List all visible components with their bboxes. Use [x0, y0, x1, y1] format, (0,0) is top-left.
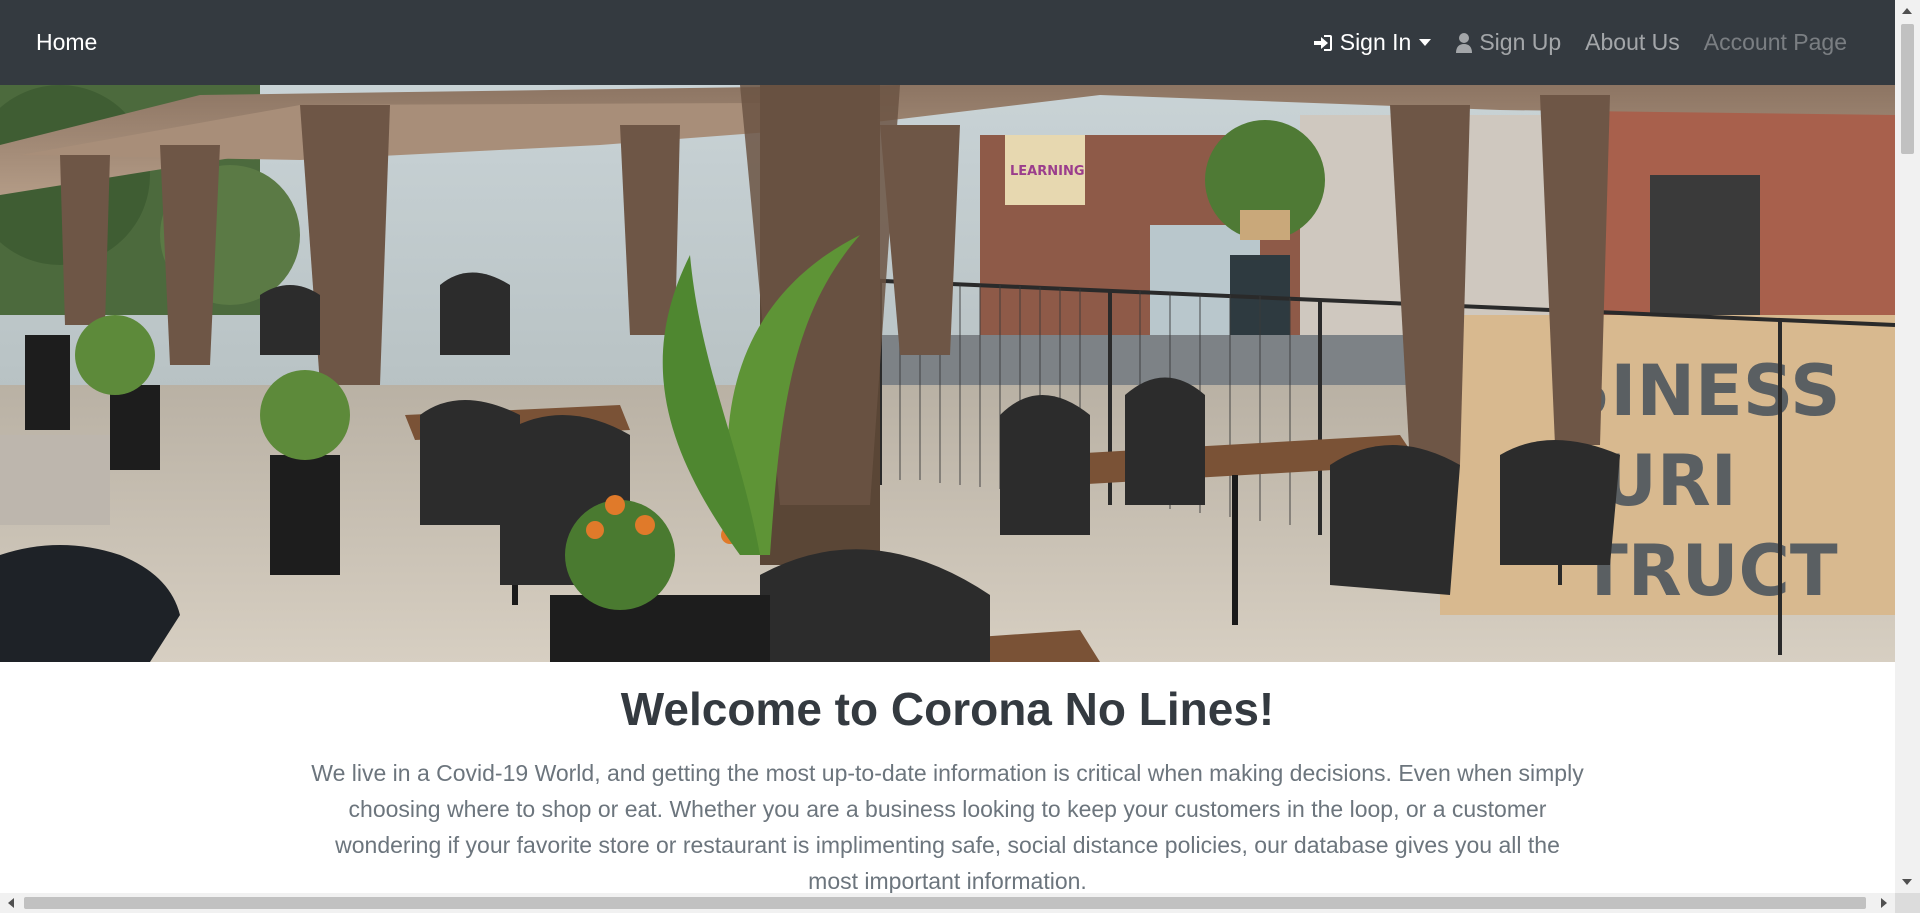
scroll-left-icon[interactable]: [8, 898, 14, 908]
intro-paragraph: We live in a Covid-19 World, and getting…: [311, 760, 1584, 893]
account-page-link[interactable]: Account Page: [1692, 0, 1859, 85]
about-us-link[interactable]: About Us: [1573, 0, 1692, 85]
building-sign: LEARNING: [1010, 164, 1085, 179]
horizontal-scrollbar[interactable]: [0, 893, 1895, 913]
scroll-up-icon[interactable]: [1902, 8, 1912, 14]
user-icon: [1455, 32, 1473, 54]
about-us-label: About Us: [1585, 29, 1680, 55]
vertical-scrollbar[interactable]: [1895, 0, 1920, 893]
sign-up-label: Sign Up: [1479, 29, 1562, 55]
scroll-right-icon[interactable]: [1881, 898, 1887, 908]
sign-in-icon: [1312, 33, 1334, 53]
page-title: Welcome to Corona No Lines!: [620, 683, 1275, 735]
scrollbar-corner: [1895, 893, 1920, 913]
sign-in-label: Sign In: [1339, 29, 1412, 55]
navbar-right-group: Sign In Sign Up About Us Account Page: [1300, 0, 1859, 85]
sign-up-link[interactable]: Sign Up: [1443, 0, 1573, 85]
page-viewport: Home Sign In Sign Up About Us Account Pa…: [0, 0, 1895, 893]
banner-lettering-3: TRUCT: [1580, 530, 1838, 612]
main-content: Welcome to Corona No Lines! We live in a…: [0, 662, 1895, 893]
patio-photo: LEARNING SINESS URI TRUCT: [0, 85, 1895, 662]
sign-in-dropdown[interactable]: Sign In: [1300, 0, 1444, 85]
home-link[interactable]: Home: [36, 29, 97, 56]
horizontal-scroll-thumb[interactable]: [24, 897, 1866, 909]
vertical-scroll-thumb[interactable]: [1901, 24, 1914, 154]
banner-lettering-2: URI: [1600, 440, 1737, 522]
chevron-down-icon: [1419, 39, 1432, 46]
hero-image: LEARNING SINESS URI TRUCT: [0, 85, 1895, 662]
account-page-label: Account Page: [1703, 29, 1847, 55]
top-navbar: Home Sign In Sign Up About Us Account Pa…: [0, 0, 1895, 85]
scroll-down-icon[interactable]: [1902, 879, 1912, 885]
